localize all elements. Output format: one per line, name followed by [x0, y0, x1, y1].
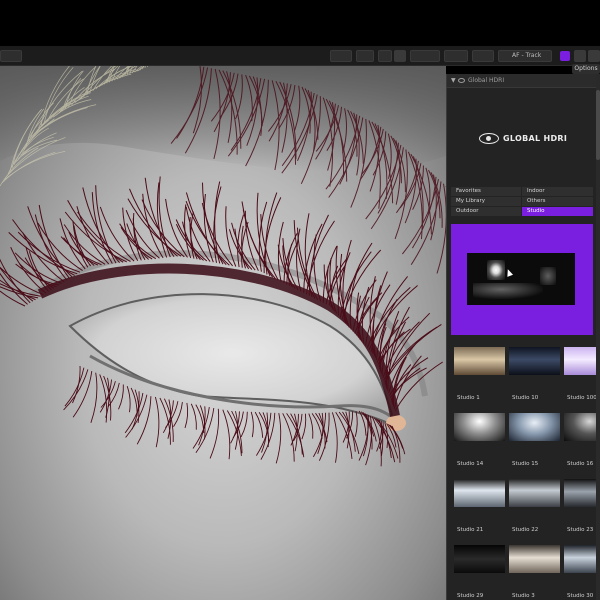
logo-text: GLOBAL HDRI [503, 134, 568, 143]
hdri-thumbnail-grid: Studio 1 Studio 10 Studio 100 Studio 14 Stud… [451, 344, 600, 600]
3d-viewport[interactable] [0, 66, 446, 600]
hdri-thumbnail [564, 545, 600, 573]
hdri-tile-label: Studio 15 [512, 461, 539, 467]
hdri-tile-label: Studio 1 [457, 395, 480, 401]
hdri-tile[interactable]: Studio 22 [506, 476, 560, 542]
hdri-tile[interactable]: Studio 100 [561, 344, 600, 410]
hdri-tile-label: Studio 23 [567, 527, 594, 533]
hdri-tile[interactable]: Studio 21 [451, 476, 505, 542]
toolbar-button-5[interactable] [444, 50, 468, 62]
hdri-tile[interactable]: Studio 10 [506, 344, 560, 410]
hdri-tile[interactable]: Studio 16 [561, 410, 600, 476]
eye-icon[interactable] [458, 78, 465, 83]
panel-scrollbar-thumb[interactable] [596, 90, 600, 160]
toolbar-button-2[interactable] [356, 50, 374, 62]
collapse-caret-icon[interactable]: ▼ [451, 77, 456, 84]
category-indoor[interactable]: Indoor [522, 187, 593, 196]
options-button[interactable]: Options [572, 64, 600, 74]
hdri-thumbnail [509, 347, 560, 375]
hdri-thumbnail [454, 347, 505, 375]
panel-title: Global HDRI [468, 77, 505, 84]
hdri-tile-label: Studio 21 [457, 527, 484, 533]
hdri-thumbnail [509, 545, 560, 573]
hdri-tile-label: Studio 14 [457, 461, 484, 467]
hdri-preview[interactable] [451, 224, 593, 335]
render-icon[interactable] [394, 50, 406, 62]
hdri-thumbnail [564, 413, 600, 441]
shading-icon[interactable] [588, 50, 600, 62]
hdri-tile[interactable]: Studio 29 [451, 542, 505, 600]
global-hdri-logo: GLOBAL HDRI [479, 131, 575, 147]
focus-mode-label: AF - Track [512, 52, 542, 59]
hdri-tile[interactable]: Studio 14 [451, 410, 505, 476]
viewport-toolbar: AF - Track [0, 46, 600, 66]
hdri-preview-image [467, 253, 575, 305]
hdri-tile-label: Studio 22 [512, 527, 539, 533]
toolbar-button-1[interactable] [330, 50, 352, 62]
category-studio[interactable]: Studio [522, 207, 593, 216]
category-others[interactable]: Others [522, 197, 593, 206]
globe-icon[interactable] [574, 50, 586, 62]
eye-render-image [0, 66, 446, 467]
window-top-bar [0, 0, 600, 46]
hdri-thumbnail [454, 413, 505, 441]
category-outdoor[interactable]: Outdoor [451, 207, 521, 216]
global-hdri-panel: ▼ Global HDRI GLOBAL HDRI Favorites Indo… [446, 74, 600, 600]
hdri-thumbnail [454, 545, 505, 573]
hdri-tile[interactable]: Studio 23 [561, 476, 600, 542]
toolbar-button-3[interactable] [378, 50, 392, 62]
hdri-thumbnail [509, 479, 560, 507]
panel-header[interactable]: ▼ Global HDRI [447, 74, 600, 88]
toolbar-left-button[interactable] [0, 50, 22, 62]
hdri-thumbnail [564, 479, 600, 507]
hdri-tile[interactable]: Studio 1 [451, 344, 505, 410]
hdri-tile-label: Studio 100 [567, 395, 597, 401]
logo-mark-icon [479, 133, 499, 144]
hdri-tile-label: Studio 30 [567, 593, 594, 599]
hdri-thumbnail [509, 413, 560, 441]
hdri-tile[interactable]: Studio 15 [506, 410, 560, 476]
hdri-tile-label: Studio 3 [512, 593, 535, 599]
hdri-thumbnail [454, 479, 505, 507]
hdri-thumbnail [564, 347, 600, 375]
mouse-cursor-icon [504, 268, 514, 277]
hdri-tile-label: Studio 10 [512, 395, 539, 401]
toolbar-button-4[interactable] [410, 50, 440, 62]
toolbar-button-6[interactable] [472, 50, 494, 62]
hdri-tile[interactable]: Studio 30 [561, 542, 600, 600]
category-favorites[interactable]: Favorites [451, 187, 521, 196]
category-my-library[interactable]: My Library [451, 197, 521, 206]
hdri-tile-label: Studio 29 [457, 593, 484, 599]
hdri-addon-icon[interactable] [560, 51, 570, 61]
hdri-tile-label: Studio 16 [567, 461, 594, 467]
hdri-tile[interactable]: Studio 3 [506, 542, 560, 600]
